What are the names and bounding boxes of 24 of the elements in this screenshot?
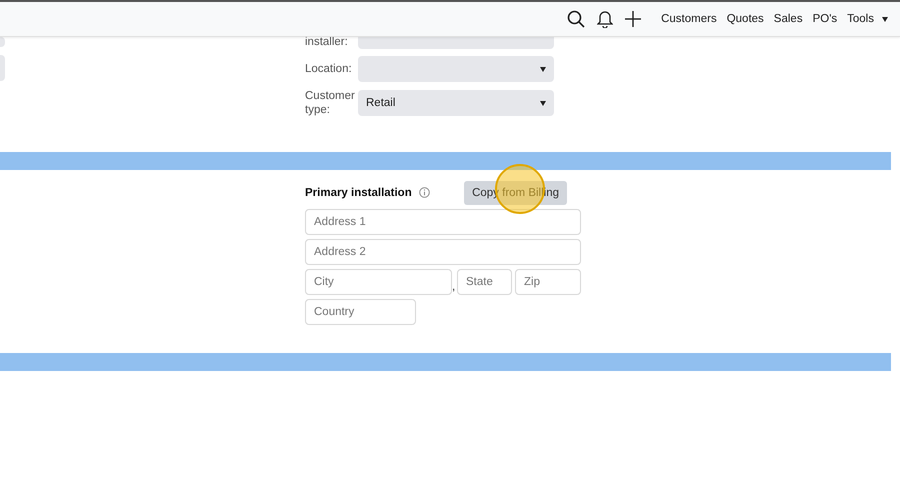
input-field[interactable]: Address 1	[305, 209, 581, 235]
search-icon[interactable]	[567, 10, 586, 28]
nav-link[interactable]: Quotes	[726, 13, 764, 25]
field-label: Location:	[305, 62, 353, 76]
input-field[interactable]: City	[305, 269, 452, 295]
nav-link[interactable]: Sales	[774, 13, 803, 25]
input-field[interactable]	[358, 37, 554, 49]
input-field[interactable]	[0, 55, 5, 81]
field-label: installer:	[305, 35, 349, 49]
nav-link[interactable]: Customers	[661, 13, 717, 25]
input-field[interactable]: Zip	[515, 269, 581, 295]
section-title: Primary installation	[305, 186, 412, 198]
input-field[interactable]: Country	[305, 299, 416, 325]
field-label: Customer type:	[305, 89, 356, 117]
input-field[interactable]: Address 2	[305, 239, 581, 265]
info-icon[interactable]	[418, 187, 430, 198]
separator: ,	[452, 281, 456, 293]
nav-link[interactable]: Tools	[847, 13, 888, 25]
input-field[interactable]: State	[457, 269, 512, 295]
input-field[interactable]	[0, 37, 5, 47]
plus-icon[interactable]	[625, 11, 642, 27]
dropdown[interactable]: Retail	[358, 90, 554, 116]
nav-link[interactable]: PO's	[812, 13, 838, 25]
bell-icon[interactable]	[597, 10, 614, 28]
